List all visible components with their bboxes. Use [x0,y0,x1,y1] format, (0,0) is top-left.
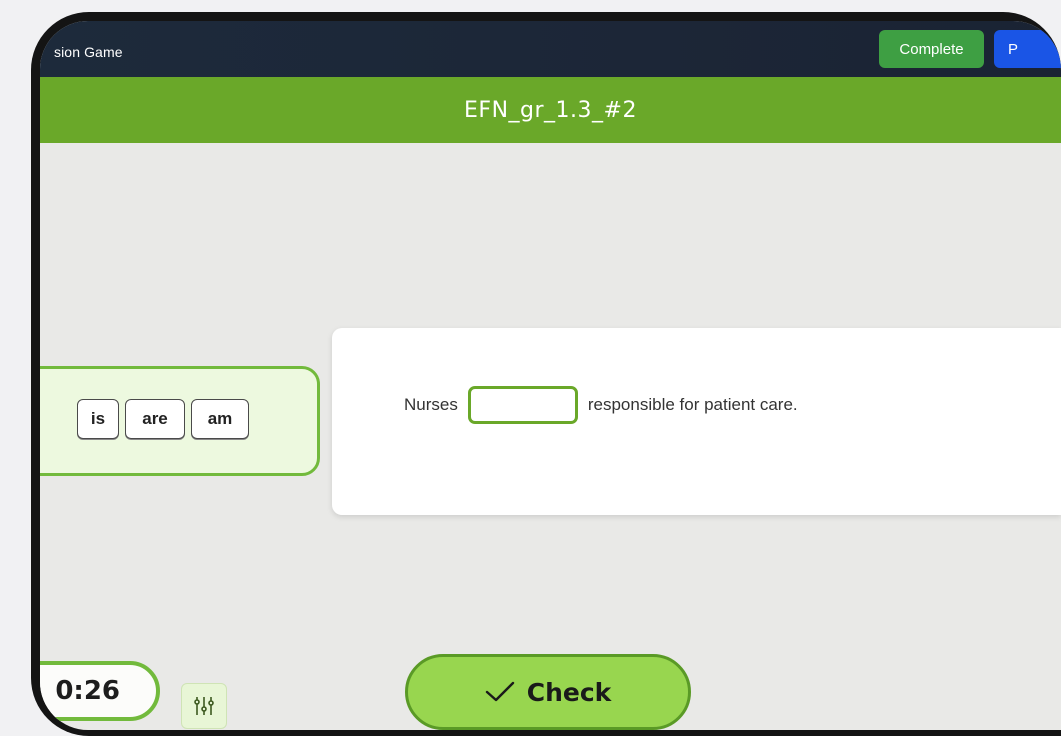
check-button[interactable]: Check [405,654,691,730]
partial-blue-button[interactable]: P [994,30,1061,68]
checkmark-icon [485,681,514,702]
answer-blank[interactable] [467,386,578,424]
complete-button[interactable]: Complete [879,30,984,68]
word-chip-is[interactable]: is [77,399,119,439]
word-chip-am[interactable]: am [191,399,249,439]
sentence-after: responsible for patient care. [587,395,798,414]
settings-button[interactable] [181,683,227,729]
word-bank: is are am [40,366,320,476]
app-title: sion Game [54,44,123,60]
check-label: Check [526,677,612,707]
word-chip-are[interactable]: are [125,399,185,439]
sentence: Nurses responsible for patient care. [404,386,798,424]
timer: 0:26 [40,661,160,721]
exercise-header: EFN_gr_1.3_#2 [40,77,1061,143]
sentence-card: Nurses responsible for patient care. [332,328,1061,515]
sliders-icon [194,697,214,715]
device-frame: sion Game Complete P EFN_gr_1.3_#2 is ar… [31,12,1061,736]
sentence-before: Nurses [404,395,458,414]
exercise-title: EFN_gr_1.3_#2 [464,97,637,123]
app-screen: sion Game Complete P EFN_gr_1.3_#2 is ar… [40,21,1061,730]
top-bar: sion Game Complete P [40,21,1061,77]
